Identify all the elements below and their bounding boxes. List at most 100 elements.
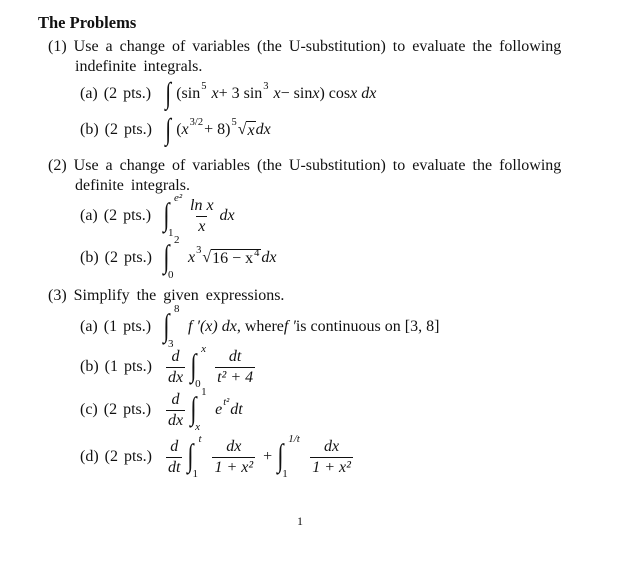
exponent: 5 — [231, 117, 237, 129]
item-label: (a) (2 pts.) — [80, 207, 152, 224]
plus-sign: + — [263, 448, 273, 465]
problem-3d: (d) (2 pts.) d dt ∫ t 1 dx 1 + x² + ∫ 1/t 1 dx… — [80, 433, 357, 480]
math-part: e — [215, 401, 223, 418]
denominator: dx — [166, 366, 186, 386]
math-part: ) cos — [319, 85, 351, 102]
item-label: (b) (2 pts.) — [80, 121, 152, 138]
section-title: The Problems — [38, 13, 137, 32]
math-part: is continuous on [3, 8] — [295, 318, 440, 335]
problem-3a: (a) (1 pts.) ∫ 8 3 f ′(x) dx, where f ′ is… — [80, 303, 440, 350]
lower-limit: 1 — [192, 468, 198, 480]
problem-number: (3) — [48, 287, 67, 304]
math-part: 16 − x — [212, 249, 254, 267]
problem-number: (2) — [48, 157, 67, 174]
exponent: 3 — [263, 81, 269, 93]
document-page: The Problems (1) Use a change of variabl… — [0, 0, 634, 569]
upper-limit: t — [198, 433, 202, 445]
upper-limit: x — [201, 343, 206, 355]
item-label: (a) (2 pts.) — [80, 85, 152, 102]
definite-integral: ∫ x 0 — [189, 343, 211, 390]
sqrt-sign: √ — [202, 249, 212, 266]
math-part: f ′ — [283, 318, 296, 335]
math-part: dx — [219, 207, 235, 224]
math-part: x — [181, 121, 189, 138]
item-label: (a) (1 pts.) — [80, 318, 152, 335]
integral-sign: ∫ — [190, 390, 197, 426]
numerator: dt — [228, 347, 242, 365]
problem-line: Simplify the given expressions. — [73, 287, 285, 304]
math-part: dx — [261, 249, 277, 266]
numerator: d — [171, 347, 180, 365]
problem-2a: (a) (2 pts.) ∫ e² 1 ln xx dx — [80, 192, 235, 239]
math-expression: ∫ 2 0 x 3 √ 16 − x4 dx — [162, 234, 277, 281]
upper-limit: 1/t — [288, 433, 300, 445]
problem-3b: (b) (1 pts.) d dx ∫ x 0 dt t² + 4 — [80, 343, 259, 390]
lower-limit: x — [195, 421, 200, 433]
problem-2b: (b) (2 pts.) ∫ 2 0 x 3 √ 16 − x4 dx — [80, 234, 277, 281]
integral-sign: ∫ — [277, 437, 284, 473]
problem-line: Use a change of variables (the U-substit… — [73, 157, 562, 174]
math-part: + 8) — [204, 121, 231, 138]
math-part: + 3 sin — [218, 85, 263, 102]
integral-sign: ∫ — [190, 347, 197, 383]
problem-1a: (a) (2 pts.) ∫ (sin 5 x + 3 sin 3 x − sin x)… — [80, 74, 376, 114]
derivative-operator: d dx — [166, 391, 186, 429]
exponent: 5 — [201, 81, 207, 93]
denominator: 1 + x² — [212, 456, 256, 476]
denominator: x — [196, 215, 208, 235]
math-expression: ∫ e² 1 ln xx dx — [162, 192, 235, 239]
fraction: dt t² + 4 — [215, 347, 256, 386]
integral-sign: ∫ — [187, 437, 194, 473]
problem-number: (1) — [48, 38, 67, 55]
upper-limit: 8 — [174, 303, 180, 315]
math-part: x — [188, 249, 196, 266]
math-part: x dx — [350, 85, 377, 102]
math-expression: d dx ∫ 1 x e t² dt — [162, 386, 243, 433]
math-part: x — [246, 120, 256, 139]
item-label: (b) (2 pts.) — [80, 249, 152, 266]
math-expression: ∫ 8 3 f ′(x) dx, where f ′ is continuous o… — [162, 303, 440, 350]
upper-limit: 2 — [174, 234, 180, 246]
fraction: dx 1 + x² — [310, 438, 353, 476]
derivative-operator: d dt — [166, 437, 183, 476]
definite-integral: ∫ 1 x — [189, 386, 211, 433]
integral-sign: ∫ — [163, 307, 170, 343]
math-part: x — [312, 85, 320, 102]
numerator: dx — [226, 437, 242, 455]
page-number: 1 — [297, 514, 303, 528]
upper-limit: 1 — [201, 386, 207, 398]
integral-sign: ∫ — [165, 113, 171, 146]
math-part: dt — [230, 401, 243, 418]
numerator: d — [170, 437, 179, 455]
math-part: , where — [236, 318, 284, 335]
exponent: t² — [223, 397, 230, 409]
numerator: ln x — [190, 196, 214, 214]
math-part: − sin — [280, 85, 313, 102]
lower-limit: 0 — [168, 269, 174, 281]
definite-integral: ∫ 8 3 — [162, 303, 184, 350]
numerator: dx — [323, 437, 340, 455]
math-part: x — [273, 85, 281, 102]
definite-integral: ∫ t 1 — [186, 433, 208, 480]
item-label: (b) (1 pts.) — [80, 358, 152, 375]
problem-2-text-cont: definite integrals. — [75, 177, 190, 194]
problem-line: Use a change of variables (the U-substit… — [73, 38, 562, 55]
integral-sign: ∫ — [163, 196, 170, 232]
problem-3-text: (3) Simplify the given expressions. — [48, 287, 284, 305]
derivative-operator: d dx — [166, 347, 186, 386]
problem-3c: (c) (2 pts.) d dx ∫ 1 x e t² dt — [80, 386, 243, 433]
item-label: (d) (2 pts.) — [80, 448, 152, 465]
math-expression: ∫ (sin 5 x + 3 sin 3 x − sin x) cos x dx — [162, 79, 376, 109]
math-part: (sin — [176, 85, 201, 102]
math-part: dx — [255, 121, 271, 138]
math-expression: ∫ (x 3/2 + 8) 5 √ x dx — [162, 113, 271, 146]
math-part: x — [211, 85, 219, 102]
definite-integral: ∫ 1/t 1 — [276, 433, 306, 480]
math-expression: d dx ∫ x 0 dt t² + 4 — [162, 343, 259, 390]
item-label: (c) (2 pts.) — [80, 401, 152, 418]
fraction: ln xx — [188, 197, 216, 235]
definite-integral: ∫ e² 1 — [162, 192, 184, 239]
denominator: dx — [166, 409, 186, 429]
integral-sign: ∫ — [163, 238, 170, 274]
fraction: dx 1 + x² — [212, 437, 256, 476]
